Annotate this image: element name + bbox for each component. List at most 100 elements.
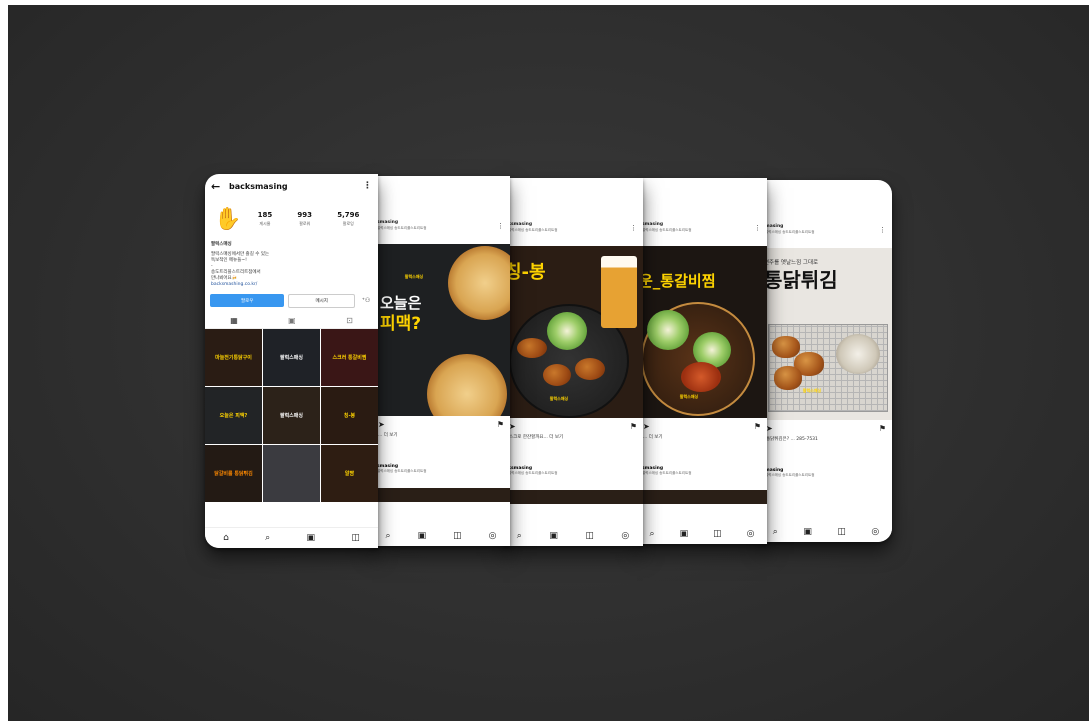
grid-post[interactable]: 칭-봉	[321, 387, 378, 444]
shop-icon[interactable]: ◫	[713, 529, 722, 539]
reels-tab-icon[interactable]: ▣	[288, 316, 296, 325]
post-headline: 통닭튀김	[764, 268, 838, 292]
next-post-preview[interactable]	[503, 490, 643, 504]
post-header: smasing 팔럭스매싱 송도트리플스트리트점 ⋮	[372, 220, 510, 244]
back-arrow-icon[interactable]: ←	[211, 180, 229, 193]
post-image[interactable]: 팔럭스매싱 오늘은 피맥?	[372, 244, 510, 416]
stat-posts[interactable]: 185 게시물	[258, 211, 273, 227]
post-caption: 스크로 한잔할까요... 더 보기	[509, 435, 564, 440]
avatar[interactable]: ✋	[211, 202, 245, 236]
post-image[interactable]: 운_통갈비찜 팔럭스매싱	[637, 246, 767, 418]
grid-post[interactable]: 오늘은 피맥?	[205, 387, 262, 444]
post-actions: ➤ ⚑	[503, 418, 643, 434]
next-post-preview[interactable]	[372, 488, 510, 502]
bookmark-icon[interactable]: ⚑	[754, 422, 761, 431]
reels-icon[interactable]: ▣	[418, 531, 427, 541]
reels-icon[interactable]: ▣	[307, 533, 316, 543]
post-image[interactable]: 연주를 옛날느낌 그대로 통닭튀김 팔럭스매싱	[760, 248, 892, 420]
wings-image	[575, 358, 605, 380]
grid-post-text: 칭-봉	[343, 412, 356, 419]
grid-post[interactable]	[263, 445, 320, 502]
grid-post[interactable]: 스크러 통갈비찜	[321, 329, 378, 386]
post-actions: ➤ ⚑	[760, 420, 892, 436]
post-logo: 팔럭스매싱	[404, 274, 424, 279]
beer-image	[601, 256, 637, 328]
send-icon[interactable]: ➤	[643, 422, 650, 431]
post-logo: 팔럭스매싱	[679, 394, 699, 399]
reels-icon[interactable]: ▣	[549, 531, 558, 541]
greens-image	[647, 310, 689, 350]
shop-icon[interactable]: ◫	[453, 531, 462, 541]
search-icon[interactable]: ⌕	[517, 531, 522, 541]
profile-icon[interactable]: ◎	[621, 531, 629, 541]
profile-phone: ← backsmasing ⋮ ✋ 185 게시물 993 팔로워 5,796 …	[205, 174, 378, 548]
more-options-icon[interactable]: ⋮	[879, 226, 886, 234]
grid-post[interactable]: 마늘전기통닭구이	[205, 329, 262, 386]
grid-post[interactable]: 팔럭스매싱	[263, 329, 320, 386]
chicken-image	[772, 336, 800, 358]
stat-following[interactable]: 5,796 팔로잉	[337, 211, 359, 227]
bookmark-icon[interactable]: ⚑	[630, 422, 637, 431]
profile-icon[interactable]: ◎	[747, 529, 755, 539]
follow-button[interactable]: 팔로우	[210, 294, 285, 307]
shop-icon[interactable]: ◫	[585, 531, 594, 541]
post-caption: ... 더 보기	[378, 433, 398, 438]
more-options-icon[interactable]: ⋮	[497, 222, 504, 230]
grid-post-text	[290, 473, 294, 475]
post-username[interactable]: ksmasing	[508, 222, 638, 227]
grid-post[interactable]: 닭갈비를 통닭튀김	[205, 445, 262, 502]
grid-post-text: 팔럭스매싱	[279, 412, 303, 419]
shop-icon[interactable]: ◫	[351, 533, 360, 543]
stat-posts-label: 게시물	[259, 221, 271, 226]
more-options-icon[interactable]: ⋮	[630, 224, 637, 232]
more-options-icon[interactable]: ⋮	[363, 181, 372, 191]
search-icon[interactable]: ⌕	[265, 533, 270, 543]
grid-tab-icon[interactable]: ▦	[230, 316, 238, 325]
post-username[interactable]: masing	[765, 224, 887, 229]
next-post-header: smasing 팔럭스매싱 송도트리플스트리트점	[372, 462, 510, 488]
post-caption: 통닭튀김은? ... 285-7531	[766, 437, 818, 442]
home-icon[interactable]: ⌂	[223, 533, 229, 543]
search-icon[interactable]: ⌕	[386, 531, 391, 541]
post-image[interactable]: 칭-봉 팔럭스매싱	[503, 246, 643, 418]
reels-icon[interactable]: ▣	[803, 527, 812, 537]
wings-image	[517, 338, 547, 358]
post-location: 팔럭스매싱 송도트리플스트리트점	[765, 230, 815, 234]
next-post-preview[interactable]	[637, 490, 767, 504]
post-actions: ➤ ⚑	[372, 416, 510, 432]
stat-following-count: 5,796	[337, 211, 360, 219]
profile-icon[interactable]: ◎	[489, 531, 497, 541]
bookmark-icon[interactable]: ⚑	[497, 420, 504, 429]
post-caption: ... 더 보기	[643, 435, 663, 440]
profile-header: ✋ 185 게시물 993 팔로워 5,796 팔로잉	[205, 198, 378, 240]
more-options-icon[interactable]: ⋮	[754, 224, 761, 232]
bio-name: 팔럭스매싱	[211, 242, 232, 247]
reels-icon[interactable]: ▣	[680, 529, 689, 539]
bio-link[interactable]: backsmashing.co.kr/	[211, 282, 372, 288]
grid-post-text: 팔럭스매싱	[279, 354, 303, 361]
add-person-icon[interactable]: ⁺⚇	[359, 294, 373, 306]
post-logo: 팔럭스매싱	[549, 396, 569, 401]
profile-username: backsmasing	[229, 181, 288, 191]
post-username[interactable]: smasing	[642, 222, 762, 227]
slaw-image	[836, 334, 880, 374]
profile-icon[interactable]: ◎	[871, 527, 879, 537]
post-header: masing 팔럭스매싱 송도트리플스트리트점 ⋮	[760, 224, 892, 248]
stat-followers[interactable]: 993 팔로워	[297, 211, 312, 227]
send-icon[interactable]: ➤	[378, 420, 385, 429]
send-icon[interactable]: ➤	[766, 424, 773, 433]
search-icon[interactable]: ⌕	[773, 527, 778, 537]
post-username[interactable]: smasing	[377, 220, 505, 225]
shop-icon[interactable]: ◫	[837, 527, 846, 537]
grid-post[interactable]: 팔럭스매싱	[263, 387, 320, 444]
tagged-tab-icon[interactable]: ⊡	[346, 316, 353, 325]
post-headline-2: 피맥?	[380, 314, 422, 334]
post-headline: 운_통갈비찜	[639, 272, 716, 290]
message-button[interactable]: 메시지	[288, 294, 355, 308]
salad-image	[547, 312, 587, 350]
send-icon[interactable]: ➤	[509, 422, 516, 431]
bookmark-icon[interactable]: ⚑	[879, 424, 886, 433]
grid-post-text: 스크러 통갈비찜	[332, 354, 367, 361]
grid-post[interactable]: 알짬	[321, 445, 378, 502]
search-icon[interactable]: ⌕	[650, 529, 655, 539]
